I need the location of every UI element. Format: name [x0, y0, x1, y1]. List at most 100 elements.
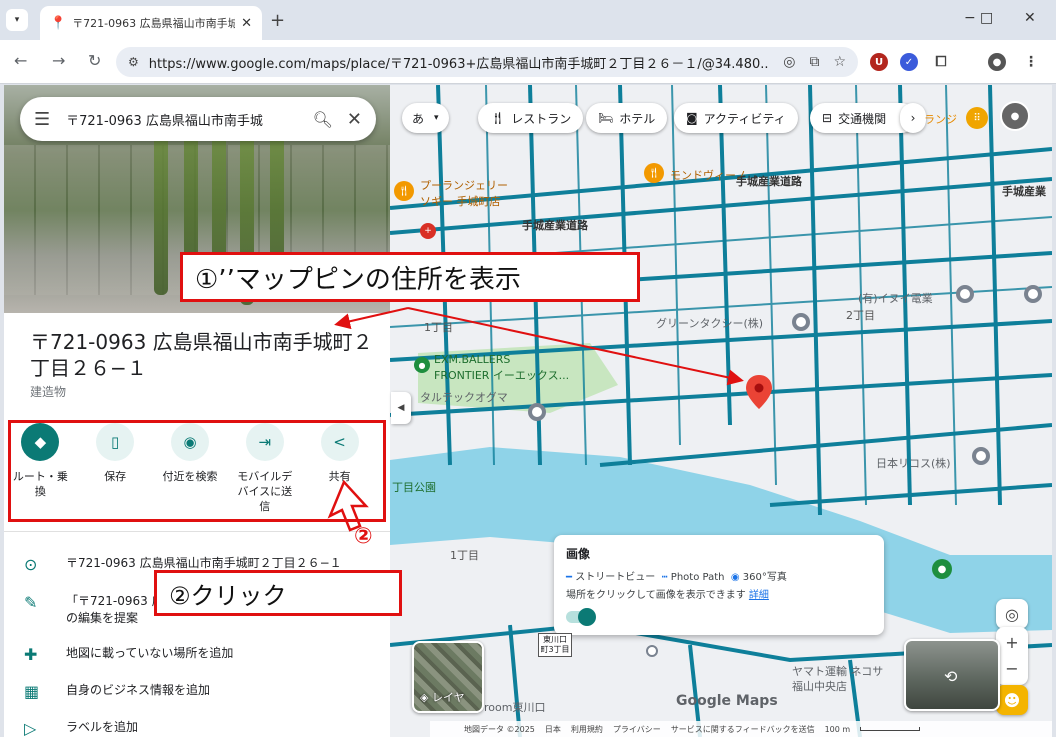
chome-label: 2丁目: [846, 309, 875, 322]
terms-link[interactable]: 利用規約: [571, 724, 603, 735]
scale-bar: [860, 727, 921, 731]
browser-tab[interactable]: 📍 〒721-0963 広島県福山市南手城 ✕: [40, 6, 262, 40]
learn-more-link[interactable]: 詳細: [749, 590, 769, 601]
map-label[interactable]: ヤマト運輸 ネコサ: [792, 663, 883, 679]
map-label: 丁目公園: [392, 481, 436, 494]
search-icon[interactable]: 🔍︎: [313, 110, 333, 129]
my-location-button[interactable]: ◎: [996, 599, 1028, 629]
zoom-controls: + −: [996, 627, 1028, 685]
transit-icon: ⊟: [822, 111, 833, 125]
search-box[interactable]: ☰ 〒721-0963 広島県福山市南手城 🔍︎ ✕: [20, 97, 376, 141]
browser-tab-bar: ▾ 📍 〒721-0963 広島県福山市南手城 ✕ + − □ ✕: [0, 0, 1056, 40]
url-text[interactable]: https://www.google.com/maps/place/〒721-0…: [149, 53, 769, 72]
profile-avatar[interactable]: ●: [988, 53, 1006, 71]
close-icon[interactable]: ✕: [347, 109, 362, 130]
privacy-link[interactable]: プライバシー: [613, 724, 661, 735]
forward-icon[interactable]: →: [52, 51, 65, 70]
scale-label[interactable]: 100 m: [825, 725, 851, 734]
map-canvas[interactable]: あ ▾ 🍴︎ レストラン 🛏︎ ホテル ◙ アクティビティ ⊟ 交通機関 › ラ…: [390, 85, 1052, 737]
maximize-button[interactable]: □: [980, 10, 993, 26]
map-label[interactable]: FRONTIER イーエックス...: [434, 367, 569, 383]
new-tab-button[interactable]: +: [270, 10, 285, 31]
search-input[interactable]: 〒721-0963 広島県福山市南手城: [66, 110, 298, 129]
annotation-callout-pin-address: ①’’マップピンの住所を表示: [180, 252, 640, 302]
bus-stop-name: 東川口: [543, 635, 567, 644]
restaurant-icon: 🍴︎: [490, 111, 506, 125]
poi-marker-icon[interactable]: [528, 403, 546, 421]
feedback-link[interactable]: サービスに関するフィードバックを送信: [671, 724, 815, 735]
tab-close-icon[interactable]: ✕: [241, 16, 252, 31]
map-label[interactable]: EXM.BALLERS: [434, 353, 510, 366]
restaurant-poi-icon[interactable]: 🍴︎: [644, 163, 664, 183]
poi-marker-icon[interactable]: [956, 285, 974, 303]
map-label[interactable]: プーランジェリー: [420, 177, 508, 193]
poi-marker-icon[interactable]: [972, 447, 990, 465]
place-type: 建造物: [30, 385, 67, 399]
map-label[interactable]: モンドヴィーノ: [670, 167, 746, 183]
bookmark-star-icon[interactable]: ☆: [833, 54, 846, 70]
map-label[interactable]: 日本リコス(株): [876, 455, 951, 471]
label-icon: ▷: [24, 719, 37, 737]
ublock-extension-icon[interactable]: U: [870, 53, 888, 71]
map-label[interactable]: 福山中央店: [792, 678, 847, 694]
input-method-chip[interactable]: あ ▾: [402, 103, 449, 133]
add-business-row[interactable]: ▦ 自身のビジネス情報を追加: [24, 682, 384, 701]
add-label-row[interactable]: ▷ ラベルを追加: [24, 719, 384, 737]
bus-stop-label[interactable]: 東川口 町3丁目: [538, 633, 572, 657]
region-link[interactable]: 日本: [545, 724, 561, 735]
poi-marker-icon[interactable]: ●: [932, 559, 952, 579]
minimize-button[interactable]: −: [964, 10, 976, 26]
url-bar[interactable]: ⚙ https://www.google.com/maps/place/〒721…: [116, 47, 858, 77]
imagery-card: 画像 ━ ストリートビュー ┅ Photo Path ◉ 360°写真 場所をク…: [554, 535, 884, 635]
reload-icon[interactable]: ↻: [88, 51, 101, 70]
street-view-thumbnail[interactable]: ⟲: [904, 639, 1000, 711]
layers-text: レイヤ: [431, 691, 465, 704]
bakery-poi-icon[interactable]: 🍴︎: [394, 181, 414, 201]
google-maps-logo: Google Maps: [676, 693, 778, 709]
imagery-help: 場所をクリックして画像を表示できます 詳細: [566, 586, 872, 601]
zoom-out-button[interactable]: −: [1005, 656, 1018, 682]
pegman-button[interactable]: ☻: [996, 685, 1028, 715]
chome-label: 1丁目: [424, 321, 453, 334]
back-icon[interactable]: ←: [14, 51, 27, 70]
map-label[interactable]: room東川口: [484, 699, 545, 715]
chips-next-button[interactable]: ›: [900, 103, 926, 133]
location-icon[interactable]: ◎: [783, 54, 795, 70]
chevron-down-icon: ▾: [434, 113, 439, 123]
poi-marker-icon[interactable]: [792, 313, 810, 331]
add-place-row[interactable]: ✚ 地図に載っていない場所を追加: [24, 645, 384, 664]
add-place-text: 地図に載っていない場所を追加: [66, 646, 234, 660]
extensions-puzzle-icon[interactable]: ⧠: [932, 53, 950, 71]
chip-activities[interactable]: ◙ アクティビティ: [674, 103, 798, 133]
hospital-poi-icon[interactable]: +: [420, 223, 436, 239]
zoom-in-button[interactable]: +: [1005, 630, 1018, 656]
menu-icon[interactable]: ☰: [34, 109, 50, 130]
map-label[interactable]: グリーンタクシー(株): [656, 315, 763, 331]
account-avatar[interactable]: ●: [1000, 101, 1030, 131]
tab-search-button[interactable]: ▾: [6, 9, 28, 31]
hotel-icon: 🛏︎: [598, 111, 614, 125]
install-app-icon[interactable]: ⧉: [809, 54, 819, 70]
close-window-button[interactable]: ✕: [1024, 10, 1036, 26]
location-pin-icon: ⊙: [24, 555, 38, 574]
extension-icon[interactable]: ✓: [900, 53, 918, 71]
apps-grid-icon[interactable]: ⠿: [966, 107, 988, 129]
legend-streetview: ストリートビュー: [575, 572, 656, 583]
park-poi-icon[interactable]: ●: [414, 357, 430, 373]
map-label[interactable]: (有)イヌイ電業: [858, 290, 933, 306]
map-label[interactable]: タルテックオグマ: [420, 389, 508, 405]
map-pin-icon[interactable]: [746, 375, 772, 409]
map-footer: 地図データ ©2025 日本 利用規約 プライバシー サービスに関するフィードバ…: [430, 721, 1052, 737]
imagery-help-text: 場所をクリックして画像を表示できます: [566, 590, 746, 601]
collapse-panel-button[interactable]: ◀: [391, 392, 411, 424]
layers-button[interactable]: ◈ レイヤ: [412, 641, 484, 713]
browser-menu-icon[interactable]: ⋮: [1022, 53, 1040, 71]
map-label[interactable]: ソギー 手城町店: [420, 193, 501, 209]
chip-hotels[interactable]: 🛏︎ ホテル: [586, 103, 668, 133]
poi-marker-icon[interactable]: [646, 645, 658, 657]
imagery-toggle[interactable]: [566, 608, 596, 626]
poi-marker-icon[interactable]: [1024, 285, 1042, 303]
road-label: 手城産業道路: [522, 219, 588, 232]
site-info-icon[interactable]: ⚙: [128, 55, 139, 69]
chip-restaurants[interactable]: 🍴︎ レストラン: [478, 103, 584, 133]
